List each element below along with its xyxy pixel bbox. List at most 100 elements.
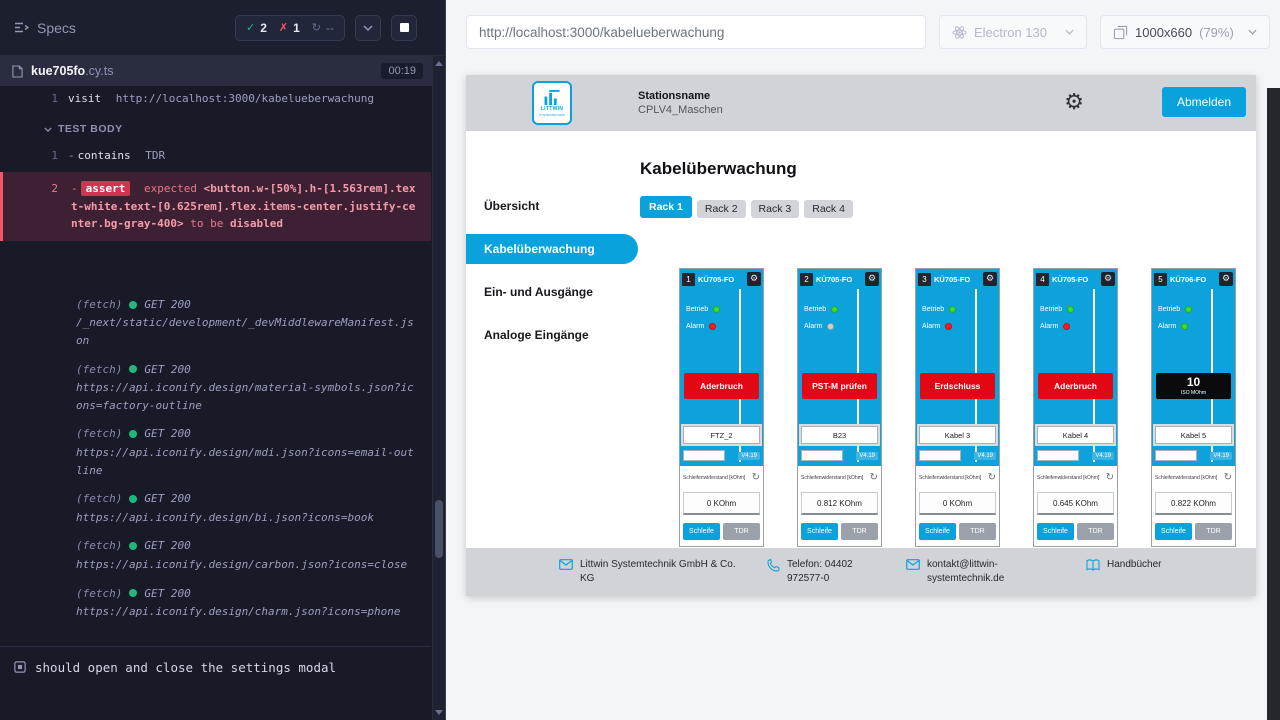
status-button[interactable]: Erdschluss bbox=[920, 373, 995, 399]
measurement-label: Schleifenwiderstand [kOhm] bbox=[1155, 475, 1217, 481]
tdr-button[interactable]: TDR bbox=[959, 523, 996, 540]
status-button[interactable]: PST-M prüfen bbox=[802, 373, 877, 399]
alarm-led bbox=[1063, 323, 1070, 330]
firmware-version: V4.19 bbox=[1092, 452, 1114, 460]
station-info: Stationsname CPLV4_Maschen bbox=[638, 90, 723, 116]
status-button[interactable]: Aderbruch bbox=[684, 373, 759, 399]
rack-tab[interactable]: Rack 1 bbox=[640, 196, 692, 218]
version-field[interactable] bbox=[919, 450, 961, 461]
sidebar-item[interactable]: Übersicht bbox=[466, 191, 638, 221]
browser-selector[interactable]: Electron 130 bbox=[939, 15, 1087, 49]
footer-email[interactable]: kontakt@littwin-systemtechnik.de bbox=[906, 558, 1086, 596]
device-gear-icon[interactable]: ⚙ bbox=[983, 272, 997, 286]
betrieb-label: Betrieb bbox=[1040, 306, 1062, 313]
network-log-row[interactable]: (fetch) GET 200 https://api.iconify.desi… bbox=[0, 358, 431, 418]
specs-toggle[interactable]: Specs bbox=[14, 20, 76, 36]
resistance-value: 0.645 KOhm bbox=[1037, 492, 1114, 515]
network-log-row[interactable]: (fetch) GET 200 /_next/static/developmen… bbox=[0, 293, 431, 353]
version-field[interactable] bbox=[801, 450, 843, 461]
test-body-section[interactable]: TEST BODY bbox=[0, 111, 431, 143]
refresh-icon[interactable]: ↻ bbox=[988, 473, 996, 483]
status-button[interactable]: 10 ISO MOhm bbox=[1156, 373, 1231, 399]
rack-tab[interactable]: Rack 2 bbox=[697, 200, 746, 218]
rack-tab[interactable]: Rack 3 bbox=[751, 200, 800, 218]
device-cards: 1 KÜ705-FO ⚙ Betrieb bbox=[679, 268, 1256, 547]
fetch-url: https://api.iconify.design/carbon.json?i… bbox=[76, 556, 417, 574]
device-card: 5 KÜ706-FO ⚙ Betrieb bbox=[1151, 268, 1236, 547]
tdr-button[interactable]: TDR bbox=[1077, 523, 1114, 540]
command-assert-failed[interactable]: 2 -assert expected <button.w-[50%].h-[1.… bbox=[0, 172, 431, 241]
status-ok-dot bbox=[129, 301, 137, 309]
logout-button[interactable]: Abmelden bbox=[1162, 87, 1246, 117]
command-contains[interactable]: 1 -contains TDR bbox=[0, 143, 431, 168]
cable-name-field[interactable]: FTZ_2 bbox=[683, 426, 760, 444]
fetch-url: https://api.iconify.design/charm.json?ic… bbox=[76, 603, 417, 621]
device-title: KÜ706-FO bbox=[1170, 275, 1206, 284]
sidebar-item[interactable]: Analoge Eingänge bbox=[466, 320, 638, 350]
alarm-label: Alarm bbox=[1158, 323, 1176, 330]
network-log-row[interactable]: (fetch) GET 200 https://api.iconify.desi… bbox=[0, 422, 431, 482]
sidebar-item[interactable]: Ein- und Ausgänge bbox=[466, 277, 638, 307]
tdr-button[interactable]: TDR bbox=[723, 523, 760, 540]
betrieb-led bbox=[831, 306, 838, 313]
refresh-icon[interactable]: ↻ bbox=[1106, 473, 1114, 483]
betrieb-label: Betrieb bbox=[922, 306, 944, 313]
firmware-version: V4.19 bbox=[1210, 452, 1232, 460]
next-test-row[interactable]: should open and close the settings modal bbox=[0, 646, 431, 688]
footer-manuals[interactable]: Handbücher bbox=[1086, 558, 1161, 596]
chevron-down-icon bbox=[1065, 29, 1074, 35]
cypress-window: Specs ✓2 ✗1 ↻-- kue705fo.cy.ts 00:19 1 v… bbox=[0, 0, 1280, 720]
runner-controls: ✓2 ✗1 ↻-- bbox=[235, 15, 417, 41]
cable-name-field[interactable]: B23 bbox=[801, 426, 878, 444]
refresh-icon[interactable]: ↻ bbox=[752, 473, 760, 483]
test-stats: ✓2 ✗1 ↻-- bbox=[235, 15, 345, 41]
assert-chip: assert bbox=[81, 181, 131, 196]
version-field[interactable] bbox=[683, 450, 725, 461]
network-log-row[interactable]: (fetch) GET 200 https://api.iconify.desi… bbox=[0, 487, 431, 529]
address-bar[interactable]: http://localhost:3000/kabelueberwachung bbox=[466, 15, 926, 49]
stop-button[interactable] bbox=[391, 15, 417, 41]
settings-gear-icon[interactable]: ⚙ bbox=[1064, 92, 1084, 114]
refresh-icon[interactable]: ↻ bbox=[1224, 473, 1232, 483]
status-button[interactable]: Aderbruch bbox=[1038, 373, 1113, 399]
passed-stat: ✓2 bbox=[246, 21, 267, 35]
schleife-button[interactable]: Schleife bbox=[1037, 523, 1074, 540]
spec-header[interactable]: kue705fo.cy.ts 00:19 bbox=[0, 56, 445, 86]
runner-scrollbar[interactable] bbox=[432, 56, 445, 720]
sidebar-item[interactable]: Kabelüberwachung bbox=[466, 234, 638, 264]
network-log-row[interactable]: (fetch) GET 200 https://api.iconify.desi… bbox=[0, 582, 431, 624]
fetch-label: (fetch) bbox=[76, 425, 122, 443]
alarm-label: Alarm bbox=[686, 323, 704, 330]
version-field[interactable] bbox=[1155, 450, 1197, 461]
schleife-button[interactable]: Schleife bbox=[801, 523, 838, 540]
scroll-up-arrow[interactable] bbox=[433, 61, 445, 66]
device-gear-icon[interactable]: ⚙ bbox=[1101, 272, 1115, 286]
network-log-row[interactable]: (fetch) GET 200 https://api.iconify.desi… bbox=[0, 534, 431, 576]
rack-tab[interactable]: Rack 4 bbox=[804, 200, 853, 218]
tdr-button[interactable]: TDR bbox=[1195, 523, 1232, 540]
scroll-down-arrow[interactable] bbox=[433, 710, 445, 715]
refresh-icon[interactable]: ↻ bbox=[870, 473, 878, 483]
schleife-button[interactable]: Schleife bbox=[919, 523, 956, 540]
device-title: KÜ705-FO bbox=[934, 275, 970, 284]
rack-tabs: Rack 1 Rack 2 Rack 3 Rack 4 bbox=[640, 196, 1256, 218]
device-gear-icon[interactable]: ⚙ bbox=[1219, 272, 1233, 286]
alarm-led bbox=[945, 323, 952, 330]
cable-name-field[interactable]: Kabel 3 bbox=[919, 426, 996, 444]
tdr-button[interactable]: TDR bbox=[841, 523, 878, 540]
scrollbar-thumb[interactable] bbox=[435, 500, 443, 558]
collapse-button[interactable] bbox=[355, 15, 381, 41]
version-field[interactable] bbox=[1037, 450, 1079, 461]
cable-name-field[interactable]: Kabel 4 bbox=[1037, 426, 1114, 444]
cable-name-field[interactable]: Kabel 5 bbox=[1155, 426, 1232, 444]
fetch-method-status: GET 200 bbox=[144, 585, 190, 603]
device-gear-icon[interactable]: ⚙ bbox=[747, 272, 761, 286]
schleife-button[interactable]: Schleife bbox=[1155, 523, 1192, 540]
device-gear-icon[interactable]: ⚙ bbox=[865, 272, 879, 286]
command-visit[interactable]: 1 visit http://localhost:3000/kabelueber… bbox=[0, 86, 431, 111]
viewport-selector[interactable]: 1000x660 (79%) bbox=[1100, 15, 1270, 49]
schleife-button[interactable]: Schleife bbox=[683, 523, 720, 540]
device-number-badge: 1 bbox=[682, 273, 695, 286]
device-card-header: 2 KÜ705-FO ⚙ bbox=[798, 269, 881, 289]
device-card-header: 3 KÜ705-FO ⚙ bbox=[916, 269, 999, 289]
